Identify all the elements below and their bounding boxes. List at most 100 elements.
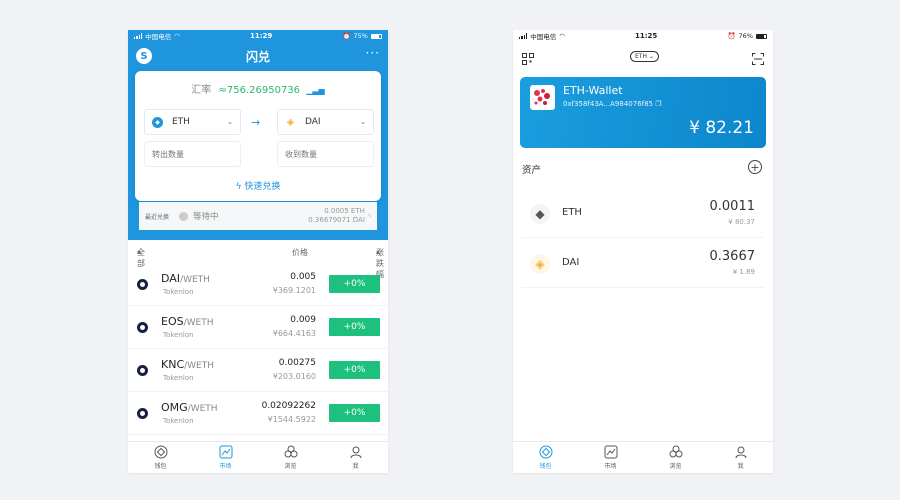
battery-icon xyxy=(755,33,767,39)
token-icon xyxy=(137,279,148,290)
pair-price: 0.005 xyxy=(290,272,316,282)
tab-bar: 钱包 市场 浏览 我 xyxy=(128,441,388,473)
tab-me[interactable]: 我 xyxy=(323,442,388,473)
tab-label: 浏览 xyxy=(669,463,682,470)
asset-row-dai[interactable]: ◈ DAI 0.3667 ¥ 1.89 xyxy=(522,240,764,288)
market-icon xyxy=(219,445,233,459)
carrier-label: 中国电信 xyxy=(530,33,557,41)
pair-price: 0.009 xyxy=(290,315,316,325)
bars-icon[interactable]: ▁▃▅ xyxy=(306,86,324,95)
wifi-icon: ◠ xyxy=(559,32,565,40)
battery-icon xyxy=(370,33,382,39)
wallet-total-balance: ¥ 82.21 xyxy=(689,118,754,138)
asset-balance: 0.0011 xyxy=(709,199,756,214)
qr-scan-icon[interactable] xyxy=(752,50,764,69)
scan-icon[interactable] xyxy=(522,50,534,69)
column-change[interactable]: 涨跌幅 ▴ xyxy=(376,247,384,279)
market-list-header: 全部 ▴ 价格 涨跌幅 ▴ xyxy=(128,247,388,279)
change-badge: +0% xyxy=(329,275,380,293)
asset-balance: 0.3667 xyxy=(709,249,756,264)
add-asset-button[interactable]: + xyxy=(748,160,762,174)
pair-name: EOS/WETH xyxy=(161,315,214,328)
clock: 11:29 xyxy=(250,32,273,40)
pair-source: Tokenlon xyxy=(163,331,194,339)
signal-icon xyxy=(134,33,143,39)
pair-cny: ¥369.1201 xyxy=(272,286,316,295)
tab-market[interactable]: 市场 xyxy=(578,442,643,473)
chevron-down-icon: ⌄ xyxy=(360,118,366,126)
user-icon xyxy=(734,445,748,459)
market-row[interactable]: KNC/WETH Tokenlon 0.00275 ¥203.0160 +0% xyxy=(128,350,388,392)
tab-bar: 钱包 市场 浏览 我 xyxy=(513,441,773,473)
wallet-screen: 中国电信 ◠ 11:25 ⏰ 76% ETH ⌄ ETH-Wallet 0xf3… xyxy=(513,30,773,473)
dai-icon: ◈ xyxy=(285,116,296,128)
pair-cny: ¥1544.5922 xyxy=(267,415,316,424)
recent-amounts: 0.0005 ETH 0.36679071 DAI xyxy=(308,207,365,225)
asset-symbol: ETH xyxy=(562,207,582,218)
eth-icon: ◆ xyxy=(152,116,163,128)
from-token-select[interactable]: ◆ ETH ⌄ xyxy=(144,109,241,135)
pair-source: Tokenlon xyxy=(163,288,194,296)
receive-amount-input[interactable] xyxy=(277,141,374,167)
spinner-icon: ◝ xyxy=(367,211,371,221)
token-icon xyxy=(137,365,148,376)
pending-status: 等待中 xyxy=(179,210,219,222)
market-row[interactable]: DAI/WETH Tokenlon 0.005 ¥369.1201 +0% xyxy=(128,264,388,306)
to-token-select[interactable]: ◈ DAI ⌄ xyxy=(277,109,374,135)
lightning-icon: ϟ xyxy=(235,182,242,192)
page-title: 闪兑 xyxy=(245,49,270,64)
browse-icon xyxy=(669,445,683,459)
change-badge: +0% xyxy=(329,404,380,422)
tab-wallet[interactable]: 钱包 xyxy=(128,442,193,473)
send-amount-input[interactable] xyxy=(144,141,241,167)
tab-browse[interactable]: 浏览 xyxy=(258,442,323,473)
tab-label: 我 xyxy=(352,463,359,470)
quick-swap-button[interactable]: ϟ 快速兑换 xyxy=(135,179,381,192)
to-token-label: DAI xyxy=(305,117,321,127)
tab-label: 我 xyxy=(737,463,744,470)
more-icon[interactable]: ··· xyxy=(366,46,380,60)
tab-browse[interactable]: 浏览 xyxy=(643,442,708,473)
signal-icon xyxy=(519,33,528,39)
recent-received: 0.36679071 DAI xyxy=(308,216,365,224)
tab-wallet[interactable]: 钱包 xyxy=(513,442,578,473)
copy-icon[interactable]: ❐ xyxy=(655,100,661,108)
pair-source: Tokenlon xyxy=(163,374,194,382)
from-token-label: ETH xyxy=(172,117,190,127)
tab-label: 钱包 xyxy=(539,463,552,470)
tab-label: 市场 xyxy=(219,463,232,470)
wallet-address: 0xf358f43A...A984076f85 ❐ xyxy=(563,100,662,108)
market-row[interactable]: EOS/WETH Tokenlon 0.009 ¥664.4163 +0% xyxy=(128,307,388,349)
wallet-card[interactable]: ETH-Wallet 0xf358f43A...A984076f85 ❐ ¥ 8… xyxy=(520,77,766,148)
pair-source: Tokenlon xyxy=(163,417,194,425)
column-price[interactable]: 价格 xyxy=(292,247,308,258)
quick-swap-label: 快速兑换 xyxy=(244,182,281,192)
pending-icon xyxy=(179,211,189,221)
rate-value: ≈756.26950736 xyxy=(218,85,301,96)
asset-row-eth[interactable]: ◆ ETH 0.0011 ¥ 80.37 xyxy=(522,190,764,238)
network-selector[interactable]: ETH ⌄ xyxy=(630,51,659,62)
assets-heading: 资产 xyxy=(522,165,542,176)
s-logo-icon[interactable]: S xyxy=(136,48,152,64)
swap-card: 汇率 ≈756.26950736 ▁▃▅ ◆ ETH ⌄ → ◈ DAI ⌄ ϟ… xyxy=(135,71,381,201)
market-icon xyxy=(604,445,618,459)
recent-swap[interactable]: 最近兑换 等待中 0.0005 ETH 0.36679071 DAI ◝ xyxy=(139,202,377,230)
wallet-icon xyxy=(154,445,168,459)
market-row[interactable]: OMG/WETH Tokenlon 0.02092262 ¥1544.5922 … xyxy=(128,393,388,435)
wallet-icon xyxy=(539,445,553,459)
tab-market[interactable]: 市场 xyxy=(193,442,258,473)
tab-me[interactable]: 我 xyxy=(708,442,773,473)
tab-label: 钱包 xyxy=(154,463,167,470)
recent-label: 最近兑换 xyxy=(145,213,170,221)
change-badge: +0% xyxy=(329,318,380,336)
asset-cny: ¥ 1.89 xyxy=(732,268,755,276)
pair-price: 0.00275 xyxy=(278,358,316,368)
asset-symbol: DAI xyxy=(562,257,580,268)
token-icon xyxy=(137,322,148,333)
pair-price: 0.02092262 xyxy=(261,401,316,411)
clock: 11:25 xyxy=(635,32,658,40)
status-bar: 中国电信 ◠ 11:25 ⏰ 76% xyxy=(513,30,773,42)
nav-bar: S 闪兑 ··· xyxy=(128,42,388,70)
pair-name: KNC/WETH xyxy=(161,358,215,371)
filter-all[interactable]: 全部 ▴ xyxy=(137,247,145,268)
